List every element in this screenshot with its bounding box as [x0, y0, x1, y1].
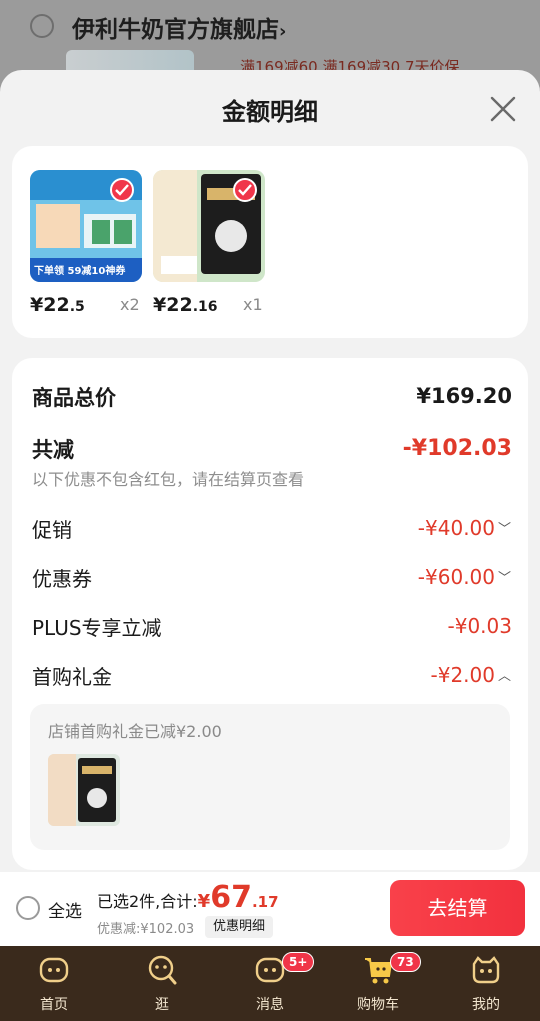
tab-label: 我的 — [472, 997, 500, 1013]
discount-summary: 优惠减:¥102.03 — [97, 922, 195, 937]
tab-profile[interactable]: 我的 — [432, 946, 540, 1021]
plus-discount-row: PLUS专享立减 -¥0.03 — [32, 612, 512, 646]
plus-discount-value: -¥0.03 — [447, 614, 512, 638]
amount-breakdown-card: 商品总价 ¥169.20 共减 -¥102.03 以下优惠不包含红包，请在结算页… — [12, 358, 528, 870]
discount-detail-button[interactable]: 优惠明细 — [205, 916, 274, 938]
cart-badge: 73 — [390, 952, 421, 972]
coupon-label: 优惠券 — [32, 567, 92, 591]
close-icon[interactable] — [488, 94, 518, 124]
select-all-radio[interactable] — [16, 896, 40, 920]
discount-note: 以下优惠不包含红包，请在结算页查看 — [32, 470, 305, 489]
select-all-label[interactable]: 全选 — [48, 897, 82, 922]
total-price-label: 商品总价 — [32, 386, 116, 410]
checkout-button[interactable]: 去结算 — [390, 880, 525, 936]
checked-icon — [233, 178, 257, 202]
product-image: 下单领 59减10神券 — [30, 170, 142, 282]
coupon-value: -¥60.00 ﹀ — [417, 565, 512, 589]
item-quantity: x2 — [120, 295, 140, 314]
tab-label: 消息 — [256, 997, 284, 1013]
sheet-title: 金额明细 — [222, 98, 318, 126]
first-purchase-label: 首购礼金 — [32, 665, 112, 689]
tab-label: 首页 — [40, 997, 68, 1013]
message-icon — [255, 957, 285, 983]
browse-icon — [148, 955, 177, 985]
first-purchase-detail-text: 店铺首购礼金已减¥2.00 — [48, 722, 222, 741]
profile-icon — [472, 956, 500, 984]
chevron-up-icon: ︿ — [498, 669, 512, 684]
tab-label: 购物车 — [357, 997, 399, 1013]
total-discount-row: 共减 -¥102.03 — [32, 434, 512, 468]
total-price-row: 商品总价 ¥169.20 — [32, 382, 512, 416]
shop-name: 伊利牛奶官方旗舰店› — [72, 17, 287, 43]
selected-items-card: 下单领 59减10神券 ¥22.5 x2 ¥22.16 x1 — [12, 146, 528, 338]
first-purchase-detail: 店铺首购礼金已减¥2.00 — [30, 704, 510, 850]
checkout-bar: 全选 已选2件,合计:¥67.17 优惠减:¥102.03 优惠明细 去结算 — [0, 872, 540, 946]
product-image — [153, 170, 265, 282]
promotion-value: -¥40.00 ﹀ — [417, 516, 512, 540]
chevron-down-icon: ﹀ — [498, 522, 512, 537]
plus-discount-label: PLUS专享立减 — [32, 616, 162, 640]
item-price: ¥22.5 — [30, 294, 85, 316]
tab-label: 逛 — [155, 997, 169, 1013]
cart-icon — [365, 958, 393, 984]
promotion-label: 促销 — [32, 518, 72, 542]
checked-icon — [110, 178, 134, 202]
message-badge: 5+ — [282, 952, 315, 972]
total-price-value: ¥169.20 — [416, 384, 512, 408]
total-discount-label: 共减 — [32, 438, 74, 462]
tab-browse[interactable]: 逛 — [108, 946, 216, 1021]
cart-item[interactable]: 下单领 59减10神券 ¥22.5 x2 — [30, 170, 142, 316]
promotion-row[interactable]: 促销 -¥40.00 ﹀ — [32, 514, 512, 548]
chevron-down-icon: ﹀ — [498, 571, 512, 586]
item-promo-strip: 下单领 59减10神券 — [34, 266, 126, 277]
bottom-tab-bar: 首页 逛 5+ 消息 73 购物车 我的 — [0, 946, 540, 1021]
selected-summary: 已选2件,合计:¥67.17 — [97, 880, 279, 915]
tab-cart[interactable]: 73 购物车 — [324, 946, 432, 1021]
tab-home[interactable]: 首页 — [0, 946, 108, 1021]
total-discount-value: -¥102.03 — [402, 436, 512, 461]
cart-item[interactable]: ¥22.16 x1 — [153, 170, 265, 316]
product-image — [48, 754, 120, 826]
item-quantity: x1 — [243, 295, 263, 314]
item-price: ¥22.16 — [153, 294, 218, 316]
first-purchase-row[interactable]: 首购礼金 -¥2.00 ︿ — [32, 661, 512, 695]
first-purchase-value: -¥2.00 ︿ — [430, 663, 512, 687]
coupon-row[interactable]: 优惠券 -¥60.00 ﹀ — [32, 563, 512, 597]
home-icon — [39, 957, 69, 983]
shop-select-radio — [30, 14, 54, 38]
tab-messages[interactable]: 5+ 消息 — [216, 946, 324, 1021]
